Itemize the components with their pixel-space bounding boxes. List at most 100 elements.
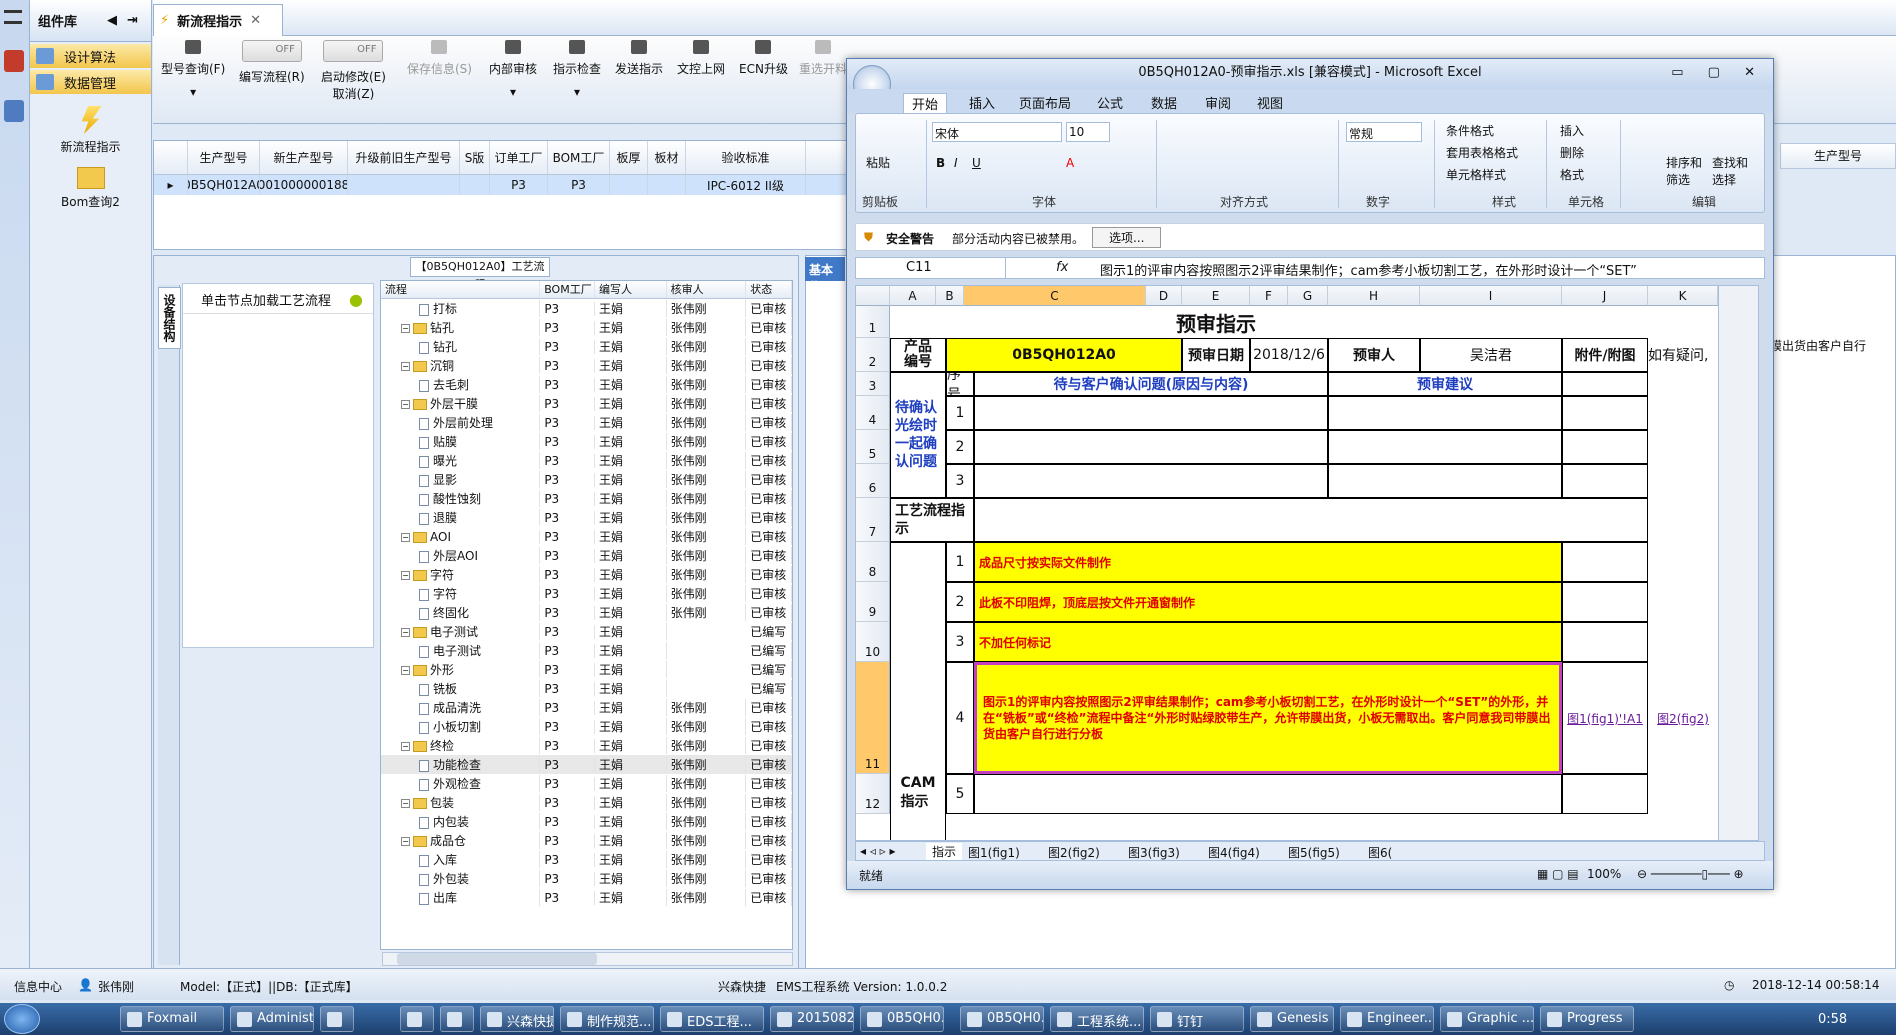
font-color-button[interactable]: A bbox=[1066, 156, 1074, 170]
tree-cell[interactable]: P3 bbox=[540, 890, 596, 905]
taskbar-item[interactable]: Engineer... bbox=[1340, 1006, 1434, 1032]
tree-node[interactable]: 终固化 bbox=[381, 604, 541, 621]
instruction-cell[interactable]: 成品尺寸按实际文件制作 bbox=[974, 542, 1562, 582]
tree-cell[interactable]: 王娟 bbox=[595, 414, 667, 431]
tree-cell[interactable]: 王娟 bbox=[595, 889, 667, 906]
tree-cell[interactable]: 张伟刚 bbox=[667, 832, 747, 849]
tree-cell[interactable]: 张伟刚 bbox=[667, 338, 747, 355]
tree-node[interactable]: 酸性蚀刻 bbox=[381, 490, 541, 507]
tree-cell[interactable]: 已审核 bbox=[746, 585, 792, 602]
pending-label[interactable]: 待确认光绘时一起确认问题 bbox=[890, 372, 946, 498]
row-header[interactable]: 2 bbox=[856, 338, 890, 372]
delete-button[interactable]: 删除 bbox=[1560, 144, 1584, 161]
tree-cell[interactable]: 张伟刚 bbox=[667, 756, 747, 773]
comp-item-data[interactable]: 数据管理 bbox=[30, 70, 151, 94]
instruction-cell[interactable]: 此板不印阻焊，顶底层按文件开通窗制作 bbox=[974, 582, 1562, 622]
tree-row[interactable]: 外观检查 P3 王娟 张伟刚 已审核 bbox=[381, 774, 792, 793]
tree-cell[interactable]: 王娟 bbox=[595, 699, 667, 716]
seq-cell[interactable]: 5 bbox=[946, 774, 974, 814]
col-header[interactable]: K bbox=[1648, 286, 1718, 306]
taskbar-item[interactable]: 0B5QH0... bbox=[960, 1006, 1044, 1032]
tree-cell[interactable]: 王娟 bbox=[595, 338, 667, 355]
grid-col-header[interactable]: 生产型号 bbox=[1780, 143, 1896, 169]
tree-cell[interactable]: P3 bbox=[540, 548, 596, 563]
select-all-corner[interactable] bbox=[856, 286, 890, 306]
empty-cell[interactable] bbox=[1562, 542, 1648, 582]
taskbar-item[interactable]: Graphic ... bbox=[1440, 1006, 1534, 1032]
italic-button[interactable]: I bbox=[954, 156, 958, 170]
tree-cell[interactable]: 王娟 bbox=[595, 870, 667, 887]
tree-cell[interactable]: 王娟 bbox=[595, 433, 667, 450]
tree-cell[interactable]: 已审核 bbox=[746, 528, 792, 545]
start-button[interactable] bbox=[4, 1004, 40, 1034]
tree-cell[interactable]: P3 bbox=[540, 339, 596, 354]
tree-cell[interactable]: 张伟刚 bbox=[667, 319, 747, 336]
taskbar-item[interactable]: 2015082... bbox=[770, 1006, 854, 1032]
sheet-tab[interactable]: 图6( bbox=[1368, 844, 1392, 861]
col-header[interactable]: D bbox=[1146, 286, 1182, 306]
collapse-toggle-icon[interactable]: − bbox=[401, 400, 410, 409]
cancel-label[interactable]: 取消(Z) bbox=[321, 85, 386, 102]
tree-cell[interactable]: P3 bbox=[540, 301, 596, 316]
tree-cell[interactable]: P3 bbox=[540, 776, 596, 791]
empty-cell[interactable] bbox=[974, 774, 1562, 814]
tab-basic-info[interactable]: 基本信 bbox=[805, 257, 845, 294]
empty-cell[interactable] bbox=[974, 464, 1328, 498]
tree-cell[interactable]: 已审核 bbox=[746, 718, 792, 735]
tree-cell[interactable]: 王娟 bbox=[595, 547, 667, 564]
tree-cell[interactable]: 张伟刚 bbox=[667, 775, 747, 792]
tree-node[interactable]: − 沉铜 bbox=[381, 357, 541, 374]
taskbar-item[interactable]: 制作规范... bbox=[560, 1006, 654, 1032]
tree-scrollbar[interactable] bbox=[382, 952, 793, 966]
name-box[interactable]: C11 bbox=[856, 258, 1006, 278]
tree-cell[interactable]: 王娟 bbox=[595, 718, 667, 735]
tree-cell[interactable]: 王娟 bbox=[595, 737, 667, 754]
tree-cell[interactable]: 已编写 bbox=[746, 661, 792, 678]
tree-row[interactable]: 功能检查 P3 王娟 张伟刚 已审核 bbox=[381, 755, 792, 774]
col-header[interactable]: A bbox=[890, 286, 936, 306]
start-mod-toggle[interactable]: OFF 启动修改(E) 取消(Z) bbox=[321, 40, 386, 102]
tree-row[interactable]: 出库 P3 王娟 张伟刚 已审核 bbox=[381, 888, 792, 907]
tree-cell[interactable]: P3 bbox=[540, 358, 595, 373]
tree-cell[interactable]: 王娟 bbox=[595, 661, 667, 678]
seq-cell[interactable]: 4 bbox=[946, 662, 974, 774]
ribbon-tab[interactable]: 数据 bbox=[1151, 93, 1177, 112]
product-no-label[interactable]: 产品 编号 bbox=[890, 338, 946, 372]
grid-col-header[interactable]: BOM工厂 bbox=[548, 141, 610, 174]
empty-cell[interactable] bbox=[1562, 372, 1648, 396]
find-select-button[interactable]: 查找和 选择 bbox=[1712, 154, 1748, 188]
tree-node[interactable]: 外层AOI bbox=[381, 547, 541, 564]
tree-node[interactable]: 打标 bbox=[381, 300, 541, 317]
tree-cell[interactable]: P3 bbox=[540, 624, 595, 639]
empty-cell[interactable] bbox=[1562, 464, 1648, 498]
tree-cell[interactable]: 王娟 bbox=[595, 585, 667, 602]
tree-cell[interactable]: 王娟 bbox=[595, 395, 667, 412]
tree-cell[interactable]: P3 bbox=[540, 510, 596, 525]
tree-cell[interactable]: P3 bbox=[540, 320, 595, 335]
tree-row[interactable]: 酸性蚀刻 P3 王娟 张伟刚 已审核 bbox=[381, 489, 792, 508]
table-cell[interactable]: 0B5QH012A0 bbox=[188, 175, 260, 195]
tree-node[interactable]: − 外层干膜 bbox=[381, 395, 541, 412]
check-button[interactable]: 指示检查 ▾ bbox=[553, 40, 601, 99]
tree-cell[interactable]: 王娟 bbox=[595, 357, 667, 374]
tree-row[interactable]: − 沉铜 P3 王娟 张伟刚 已审核 bbox=[381, 356, 792, 375]
function-icon[interactable]: fx bbox=[1056, 260, 1068, 275]
row-header[interactable]: 9 bbox=[856, 582, 890, 622]
tree-cell[interactable]: 已审核 bbox=[746, 737, 792, 754]
tree-cell[interactable]: P3 bbox=[540, 814, 596, 829]
tree-cell[interactable]: 张伟刚 bbox=[667, 699, 747, 716]
seq-cell[interactable]: 2 bbox=[946, 430, 974, 464]
tree-cell[interactable]: P3 bbox=[540, 415, 596, 430]
tree-cell[interactable]: 已审核 bbox=[746, 870, 792, 887]
seq-label[interactable]: 序号 bbox=[946, 372, 974, 396]
tree-row[interactable]: − 钻孔 P3 王娟 张伟刚 已审核 bbox=[381, 318, 792, 337]
product-no-cell[interactable]: 0B5QH012A0 bbox=[946, 338, 1182, 372]
seq-cell[interactable]: 1 bbox=[946, 542, 974, 582]
instruction-cell-selected[interactable]: 图示1的评审内容按照图示2评审结果制作；cam参考小板切割工艺，在外形时设计一个… bbox=[974, 662, 1562, 774]
tree-row[interactable]: 终固化 P3 王娟 张伟刚 已审核 bbox=[381, 603, 792, 622]
tree-cell[interactable]: 王娟 bbox=[595, 813, 667, 830]
tree-cell[interactable]: P3 bbox=[540, 529, 595, 544]
row-header[interactable]: 10 bbox=[856, 622, 890, 662]
taskbar-item[interactable]: 兴森快捷... bbox=[480, 1006, 554, 1032]
grid-col-header[interactable]: 升级前旧生产型号 bbox=[348, 141, 460, 174]
